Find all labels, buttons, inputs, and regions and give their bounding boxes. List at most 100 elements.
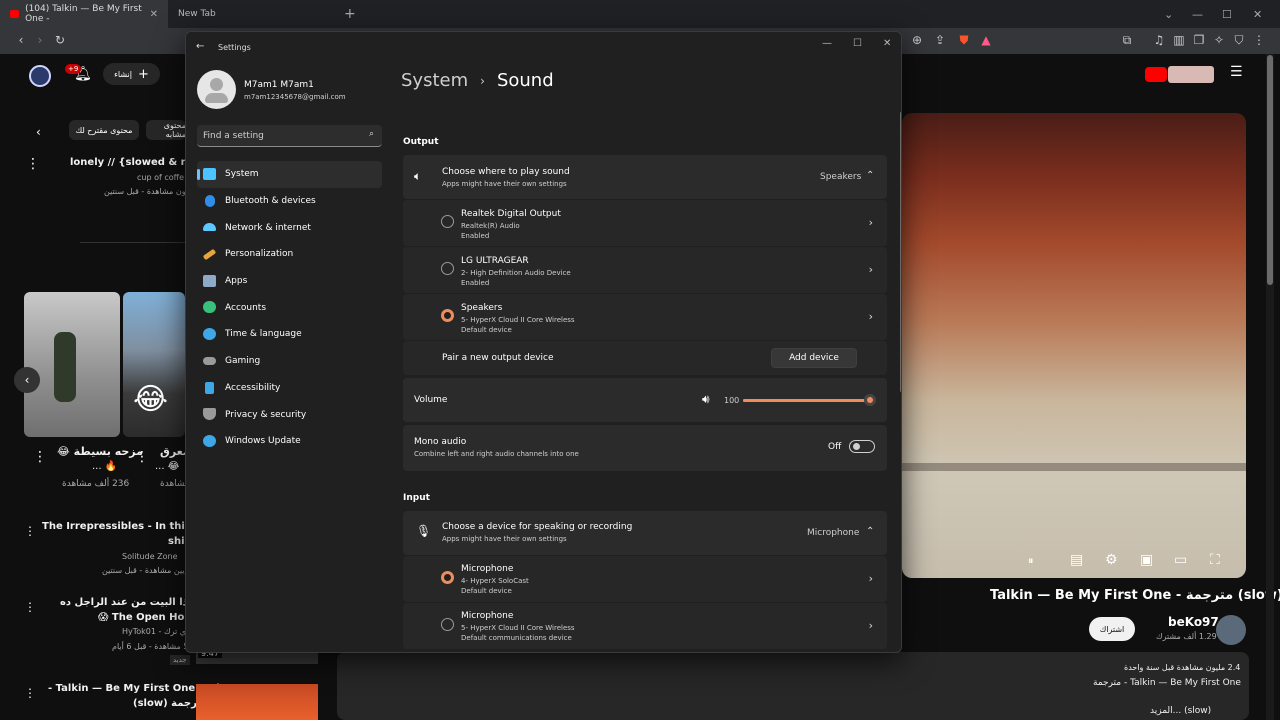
add-device-button[interactable]: Add device [771, 348, 857, 368]
chevron-right-icon[interactable]: › [869, 216, 873, 229]
output-device-expander[interactable]: 🔈︎ Choose where to play sound Apps might… [403, 155, 887, 199]
youtube-logo-icon[interactable] [1145, 67, 1167, 82]
nav-item-gaming[interactable]: Gaming [197, 348, 382, 375]
volume-slider-thumb[interactable] [864, 394, 876, 406]
zoom-icon[interactable]: ⊕ [906, 33, 928, 47]
more-options-icon[interactable]: ⋮ [24, 686, 36, 700]
nav-item-personalization[interactable]: Personalization [197, 241, 382, 268]
video-player[interactable]: ⏸︎ ▤ ⚙ ▣ ▭ ⛶ [902, 113, 1246, 578]
maximize-icon[interactable]: ☐ [1222, 0, 1232, 28]
radio-button[interactable] [441, 618, 454, 631]
subscribe-button[interactable]: اشتراك [1089, 617, 1135, 641]
music-icon[interactable]: ♫ [1148, 33, 1170, 47]
input-choose-subtitle: Apps might have their own settings [442, 535, 567, 543]
nav-item-accounts[interactable]: Accounts [197, 294, 382, 321]
subtitles-icon[interactable]: ▤ [1070, 552, 1083, 568]
minimize-icon[interactable]: — [822, 38, 832, 49]
chip-scroll-left-icon[interactable]: ‹ [36, 125, 41, 139]
create-button[interactable]: إنشاء + [103, 63, 160, 85]
nav-item-time-language[interactable]: Time & language [197, 321, 382, 348]
volume-speaker-icon[interactable]: 🔊︎ [702, 392, 710, 407]
short-thumbnail[interactable] [24, 292, 120, 437]
settings-scrollbar[interactable] [900, 112, 901, 392]
reload-icon[interactable]: ↻ [49, 33, 71, 47]
back-arrow-icon[interactable]: ← [196, 41, 204, 52]
channel-name[interactable]: beKo97 [1168, 615, 1219, 629]
short-title-line2[interactable]: 🔥 ... [92, 461, 117, 472]
more-options-icon[interactable]: ⋮ [26, 156, 40, 172]
new-tab-button[interactable]: + [336, 6, 364, 22]
theater-mode-icon[interactable]: ▭ [1174, 552, 1187, 568]
output-device-row[interactable]: Realtek Digital Output Realtek(R) Audio … [403, 200, 887, 246]
vpn-icon[interactable]: ⛉ [1228, 33, 1250, 48]
nav-item-network[interactable]: Network & internet [197, 214, 382, 241]
nav-item-windows-update[interactable]: Windows Update [197, 428, 382, 455]
input-device-row[interactable]: Microphone 5- HyperX Cloud II Core Wirel… [403, 603, 887, 649]
channel-avatar[interactable] [1216, 615, 1246, 645]
more-options-icon[interactable]: ⋮ [135, 449, 149, 465]
profile-avatar[interactable] [197, 70, 236, 109]
description-more[interactable]: (slow) ...المزيد [1150, 706, 1211, 716]
page-scrollbar-thumb[interactable] [1267, 55, 1273, 285]
chevron-right-icon[interactable]: › [869, 572, 873, 585]
nav-item-privacy-security[interactable]: Privacy & security [197, 401, 382, 428]
sidebar-icon[interactable]: ▥ [1168, 33, 1190, 47]
leo-icon[interactable]: ✧ [1208, 33, 1230, 47]
chip-recommended[interactable]: محتوى مقترح لك [69, 120, 139, 140]
share-icon[interactable]: ⇪ [929, 33, 951, 47]
radio-button-selected[interactable] [441, 309, 454, 322]
mono-audio-toggle[interactable] [849, 440, 875, 453]
short-title[interactable]: مزحه بسيطة 😂 [57, 445, 143, 458]
chevron-down-icon[interactable]: ⌄ [1164, 0, 1173, 28]
close-icon[interactable]: ✕ [883, 38, 891, 49]
settings-gear-icon[interactable]: ⚙ [1105, 552, 1118, 568]
chevron-right-icon[interactable]: › [869, 263, 873, 276]
autoplay-toggle-icon[interactable]: ⏸︎ [1028, 554, 1034, 568]
hamburger-menu-icon[interactable]: ☰ [1230, 64, 1243, 80]
chevron-right-icon[interactable]: › [869, 619, 873, 632]
user-avatar[interactable] [29, 65, 51, 87]
chip-similar[interactable]: محتوى مشابه [146, 120, 186, 140]
maximize-icon[interactable]: ☐ [853, 38, 862, 49]
output-device-row[interactable]: LG ULTRAGEAR 2- High Definition Audio De… [403, 247, 887, 293]
fullscreen-icon[interactable]: ⛶ [1210, 552, 1220, 568]
menu-icon[interactable]: ⋮ [1248, 33, 1270, 47]
short-thumbnail[interactable]: 😂 [123, 292, 185, 437]
nav-item-bluetooth[interactable]: Bluetooth & devices [197, 188, 382, 215]
close-window-icon[interactable]: ✕ [1253, 0, 1262, 28]
list-thumbnail[interactable] [196, 684, 318, 720]
short-title-line2[interactable]: 😂 ... [155, 461, 179, 472]
radio-button[interactable] [441, 215, 454, 228]
input-device-expander[interactable]: 🎙︎ Choose a device for speaking or recor… [403, 511, 887, 555]
chevron-right-icon[interactable]: › [869, 310, 873, 323]
nav-item-system[interactable]: System [197, 161, 382, 188]
minimize-icon[interactable]: — [1192, 0, 1203, 28]
forward-icon[interactable]: › [29, 33, 51, 47]
tab-search-icon[interactable]: ⧉ [1116, 33, 1138, 48]
close-tab-icon[interactable]: ✕ [150, 9, 158, 20]
more-options-icon[interactable]: ⋮ [33, 449, 47, 465]
nav-item-apps[interactable]: Apps [197, 268, 382, 295]
bluetooth-icon [205, 194, 215, 207]
bookmark-icon[interactable]: ❐ [1188, 33, 1210, 47]
more-options-icon[interactable]: ⋮ [24, 600, 36, 614]
radio-button-selected[interactable] [441, 571, 454, 584]
more-options-icon[interactable]: ⋮ [24, 524, 36, 538]
search-box[interactable]: ⌕ [197, 125, 382, 147]
brave-rewards-icon[interactable]: ▲ [975, 33, 997, 47]
input-device-row[interactable]: Microphone 4- HyperX SoloCast Default de… [403, 556, 887, 602]
channel-name[interactable]: cup of coffe [137, 173, 184, 182]
list-channel[interactable]: Solitude Zone [122, 552, 178, 561]
tab-youtube[interactable]: (104) Talkin — Be My First One - ✕ [0, 0, 168, 28]
output-device-row[interactable]: Speakers 5- HyperX Cloud II Core Wireles… [403, 294, 887, 340]
miniplayer-icon[interactable]: ▣ [1140, 552, 1153, 568]
brave-shield-icon[interactable]: ⛊ [953, 33, 975, 48]
breadcrumb-parent[interactable]: System [401, 70, 468, 91]
search-input[interactable] [203, 128, 353, 144]
nav-item-accessibility[interactable]: Accessibility [197, 375, 382, 402]
list-video-title-line2[interactable]: 😱 The Open Hous [98, 612, 197, 623]
radio-button[interactable] [441, 262, 454, 275]
list-channel[interactable]: HyTok01 - أي ترك [122, 627, 188, 636]
tab-new-tab[interactable]: New Tab [168, 0, 336, 28]
shorts-scroll-left-icon[interactable]: ‹ [14, 367, 40, 393]
